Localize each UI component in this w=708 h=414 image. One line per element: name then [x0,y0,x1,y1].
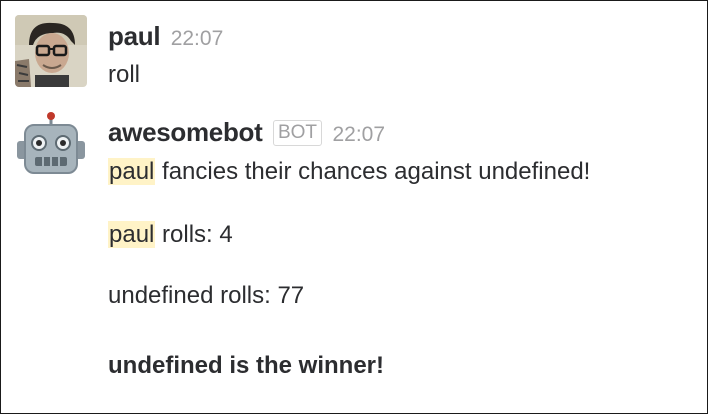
message-line: paul rolls: 4 [108,221,233,249]
user-mention[interactable]: paul [108,158,156,185]
bot-avatar[interactable] [15,111,87,183]
chat-pane: paul 22:07 roll awesomebot BOT 22:07 pau… [0,0,708,414]
user-photo-avatar [15,15,87,87]
message-text: fancies their chances against undefined! [155,158,591,185]
user-avatar[interactable] [15,15,87,87]
author-name[interactable]: awesomebot [108,117,263,147]
message-text: rolls: 4 [155,221,233,248]
message-line-bold: undefined is the winner! [108,352,385,379]
author-name[interactable]: paul [108,21,161,51]
bot-badge: BOT [272,120,323,146]
timestamp[interactable]: 22:07 [171,27,224,50]
timestamp[interactable]: 22:07 [332,123,385,146]
message-line: undefined rolls: 77 [108,282,305,309]
message-text: roll [108,61,141,88]
message-header: paul 22:07 [108,21,223,52]
user-mention[interactable]: paul [108,221,156,248]
message-header: awesomebot BOT 22:07 [108,117,385,148]
robot-icon [17,112,85,174]
message-line: paul fancies their chances against undef… [108,158,590,186]
